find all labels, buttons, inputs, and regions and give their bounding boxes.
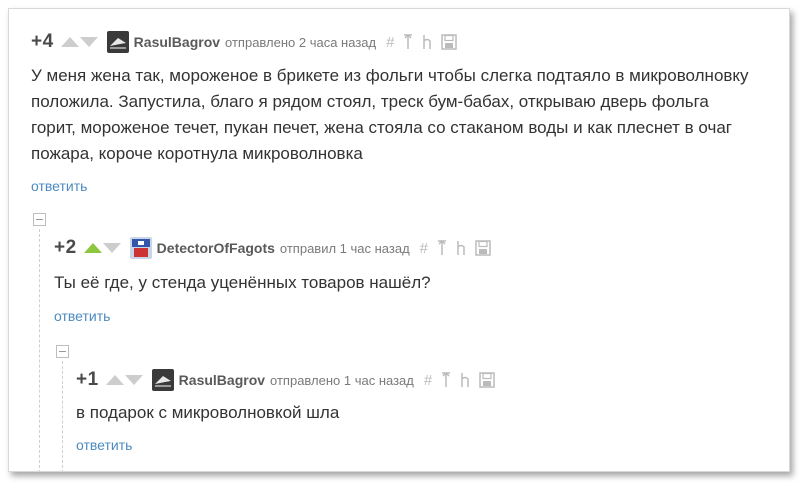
comment-author[interactable]: RasulBagrov	[179, 372, 265, 388]
reply-link[interactable]: ответить	[54, 308, 754, 324]
collapse-toggle[interactable]	[33, 213, 46, 226]
comment-header: +4 RasulBagrov отправлено 2 часа назад #	[31, 31, 771, 53]
parent-link-icon[interactable]	[403, 34, 413, 50]
branch-icon[interactable]	[460, 372, 470, 388]
comment-3: +1 RasulBagrov отправлено 1 час назад #	[76, 369, 756, 453]
save-icon[interactable]	[441, 34, 458, 50]
comment-time: отправил 1 час назад	[279, 240, 410, 256]
vote-arrows	[60, 37, 98, 47]
upvote-icon[interactable]	[105, 375, 124, 385]
comment-text: в подарок с микроволновкой шла	[76, 403, 340, 422]
thread-line	[62, 361, 63, 471]
save-icon[interactable]	[479, 372, 495, 388]
collapse-toggle[interactable]	[56, 345, 69, 358]
comment-text: У меня жена так, мороженое в брикете из …	[31, 66, 749, 163]
branch-icon[interactable]	[456, 240, 466, 256]
comment-time: отправлено 2 часа назад	[225, 34, 377, 50]
comment-text: Ты её где, у стенда уценённых товаров на…	[54, 273, 431, 292]
avatar[interactable]	[151, 369, 174, 391]
save-icon[interactable]	[475, 240, 491, 256]
comment-tools: #	[386, 34, 458, 51]
comment-author[interactable]: DetectorOfFagots	[157, 240, 275, 256]
hash-icon[interactable]: #	[420, 240, 428, 257]
avatar[interactable]	[129, 237, 152, 259]
comment-author[interactable]: RasulBagrov	[134, 34, 220, 50]
reply-link[interactable]: ответить	[76, 437, 756, 453]
comment-time: отправлено 1 час назад	[270, 372, 414, 388]
comment-rating: +4	[31, 31, 54, 52]
comment-header: +2 DetectorOfFagots отправил 1 час назад…	[54, 237, 754, 259]
reply-link[interactable]: ответить	[31, 178, 771, 194]
comment-tools: #	[424, 372, 495, 389]
downvote-icon[interactable]	[102, 243, 121, 253]
parent-link-icon[interactable]	[437, 240, 447, 256]
comment-rating: +1	[76, 369, 99, 390]
comment-rating: +2	[54, 237, 77, 258]
thread-line	[39, 229, 40, 471]
upvote-icon[interactable]	[83, 243, 102, 253]
downvote-icon[interactable]	[124, 375, 143, 385]
comment-thread: +4 RasulBagrov отправлено 2 часа назад #	[8, 8, 790, 472]
vote-arrows	[105, 375, 143, 385]
upvote-icon[interactable]	[60, 37, 79, 47]
vote-arrows	[83, 243, 121, 253]
hash-icon[interactable]: #	[386, 34, 394, 51]
comment-tools: #	[420, 240, 491, 257]
hash-icon[interactable]: #	[424, 372, 432, 389]
avatar[interactable]	[106, 31, 129, 53]
comment-2: +2 DetectorOfFagots отправил 1 час назад…	[54, 237, 754, 324]
parent-link-icon[interactable]	[441, 372, 451, 388]
comment-1: +4 RasulBagrov отправлено 2 часа назад #	[31, 31, 771, 194]
downvote-icon[interactable]	[79, 37, 98, 47]
comment-header: +1 RasulBagrov отправлено 1 час назад #	[76, 369, 756, 391]
branch-icon[interactable]	[422, 34, 432, 50]
